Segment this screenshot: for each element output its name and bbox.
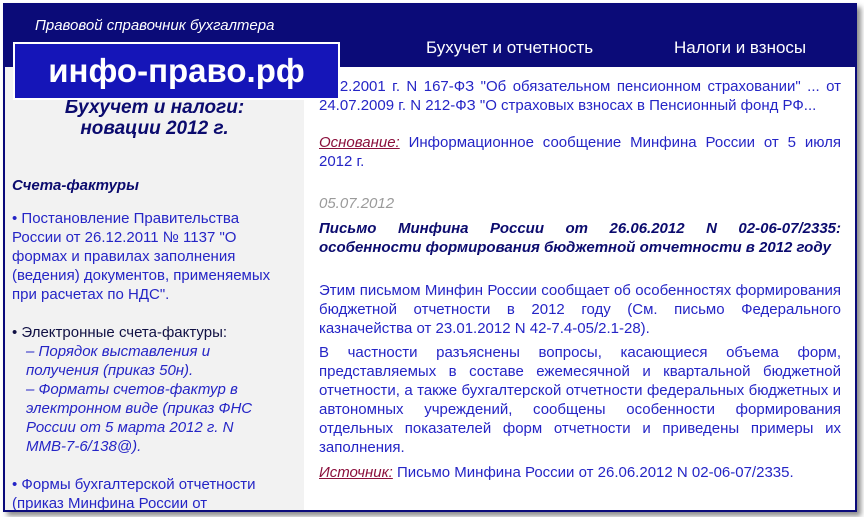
sidebar: Бухучет и налоги: новации 2012 г. Счета-… bbox=[5, 67, 304, 510]
sidebar-title-line1: Бухучет и налоги: bbox=[64, 97, 245, 118]
basis-line: Основание: Информационное сообщение Минф… bbox=[319, 133, 841, 171]
nav-link-accounting[interactable]: Бухучет и отчетность bbox=[426, 38, 593, 58]
sidebar-title: Бухучет и налоги: новации 2012 г. bbox=[5, 97, 304, 139]
article-paragraph-1: Этим письмом Минфин России сообщает об о… bbox=[319, 282, 841, 337]
page-frame: Правовой справочник бухгалтера Бухучет и… bbox=[3, 3, 857, 512]
sidebar-link-invoice-rules[interactable]: • Постановление Правительства России от … bbox=[12, 209, 282, 304]
sidebar-title-line2: новации 2012 г. bbox=[80, 118, 229, 139]
sidebar-item-label: • Электронные счета-фактуры: bbox=[12, 324, 228, 341]
article-paragraph-2: В частности разъяснены вопросы, касающие… bbox=[319, 344, 841, 456]
sidebar-item-electronic-invoices: • Электронные счета-фактуры: – Порядок в… bbox=[12, 323, 282, 456]
news-date: 05.07.2012 bbox=[319, 195, 395, 212]
basis-label: Основание: bbox=[319, 134, 400, 151]
article-title[interactable]: Письмо Минфина России от 26.06.2012 N 02… bbox=[319, 219, 841, 257]
source-text: Письмо Минфина России от 26.06.2012 N 02… bbox=[392, 464, 794, 481]
main-content: ...12.2001 г. N 167-ФЗ "Об обязательном … bbox=[319, 67, 841, 510]
sidebar-section-heading: Счета-фактуры bbox=[12, 177, 139, 194]
sidebar-link-accounting-forms[interactable]: • Формы бухгалтерской отчетности (приказ… bbox=[12, 475, 282, 510]
top-fragment: ...12.2001 г. N 167-ФЗ "Об обязательном … bbox=[319, 78, 841, 114]
sidebar-link-formats[interactable]: – Форматы счетов-фактур в электронном ви… bbox=[12, 380, 282, 456]
site-logo[interactable]: инфо-право.рф bbox=[13, 42, 340, 100]
source-label: Источник: bbox=[319, 464, 393, 481]
nav-link-taxes[interactable]: Налоги и взносы bbox=[674, 38, 806, 58]
sidebar-link-order-50n[interactable]: – Порядок выставления и получения (прика… bbox=[12, 342, 282, 380]
source-line: Источник: Письмо Минфина России от 26.06… bbox=[319, 463, 841, 482]
site-tagline: Правовой справочник бухгалтера bbox=[35, 17, 275, 34]
